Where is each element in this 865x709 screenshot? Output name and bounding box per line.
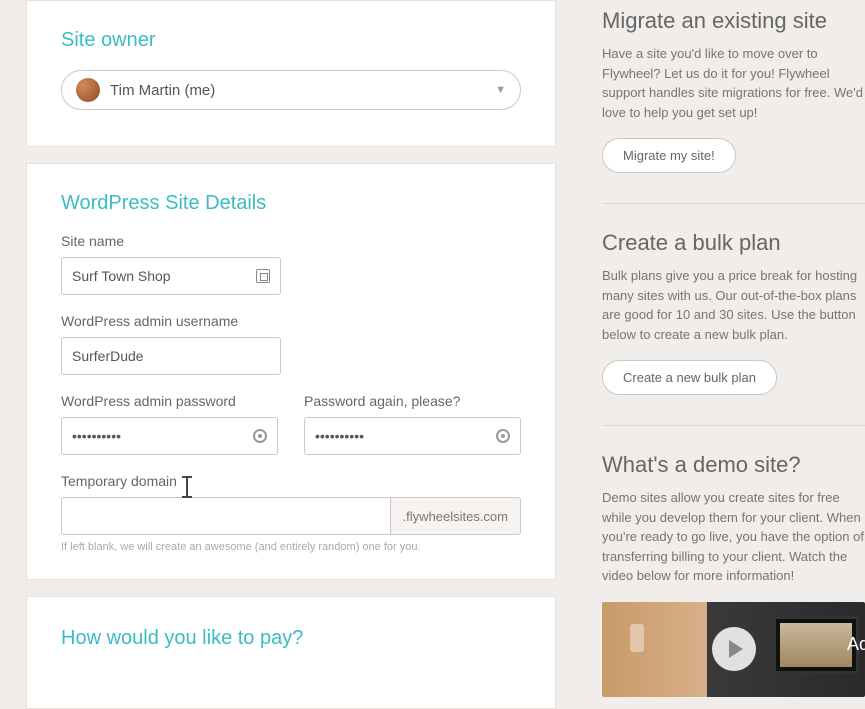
demo-section: What's a demo site? Demo sites allow you…	[602, 452, 865, 697]
ad-label: Ad	[847, 634, 865, 655]
site-owner-dropdown[interactable]: Tim Martin (me) ▼	[61, 70, 521, 110]
play-icon[interactable]	[712, 627, 756, 671]
demo-video-thumbnail[interactable]: Ad	[602, 602, 865, 697]
temp-domain-label: Temporary domain	[61, 473, 521, 489]
owner-name: Tim Martin (me)	[110, 82, 495, 99]
migrate-button[interactable]: Migrate my site!	[602, 138, 736, 173]
wp-details-title: WordPress Site Details	[61, 192, 521, 215]
wp-username-label: WordPress admin username	[61, 313, 521, 329]
divider	[602, 203, 865, 204]
wp-password2-input-wrap	[304, 417, 521, 455]
site-name-label: Site name	[61, 233, 521, 249]
wp-details-card: WordPress Site Details Site name WordPre…	[26, 163, 556, 580]
site-name-input[interactable]	[72, 268, 250, 284]
wp-password2-input[interactable]	[315, 428, 490, 444]
payment-title: How would you like to pay?	[61, 627, 521, 650]
temp-domain-input[interactable]	[72, 508, 380, 524]
wp-username-input[interactable]	[72, 348, 270, 364]
text-cursor-icon	[186, 478, 188, 496]
wp-password-label: WordPress admin password	[61, 393, 278, 409]
demo-body: Demo sites allow you create sites for fr…	[602, 488, 865, 586]
divider	[602, 425, 865, 426]
migrate-title: Migrate an existing site	[602, 8, 865, 34]
bulk-section: Create a bulk plan Bulk plans give you a…	[602, 230, 865, 395]
chevron-down-icon: ▼	[495, 84, 506, 96]
bulk-title: Create a bulk plan	[602, 230, 865, 256]
wp-password-input-wrap	[61, 417, 278, 455]
domain-helper-text: If left blank, we will create an awesome…	[61, 541, 521, 553]
save-icon	[256, 269, 270, 283]
temp-domain-input-wrap	[61, 497, 391, 535]
bulk-body: Bulk plans give you a price break for ho…	[602, 266, 865, 344]
demo-title: What's a demo site?	[602, 452, 865, 478]
wp-username-input-wrap	[61, 337, 281, 375]
site-owner-title: Site owner	[61, 29, 521, 52]
wp-password2-label: Password again, please?	[304, 393, 521, 409]
migrate-section: Migrate an existing site Have a site you…	[602, 8, 865, 173]
site-owner-card: Site owner Tim Martin (me) ▼	[26, 0, 556, 147]
eye-icon[interactable]	[253, 429, 267, 443]
avatar	[76, 78, 100, 102]
site-name-input-wrap	[61, 257, 281, 295]
wp-password-input[interactable]	[72, 428, 247, 444]
eye-icon[interactable]	[496, 429, 510, 443]
bulk-button[interactable]: Create a new bulk plan	[602, 360, 777, 395]
domain-suffix: .flywheelsites.com	[391, 497, 521, 535]
migrate-body: Have a site you'd like to move over to F…	[602, 44, 865, 122]
